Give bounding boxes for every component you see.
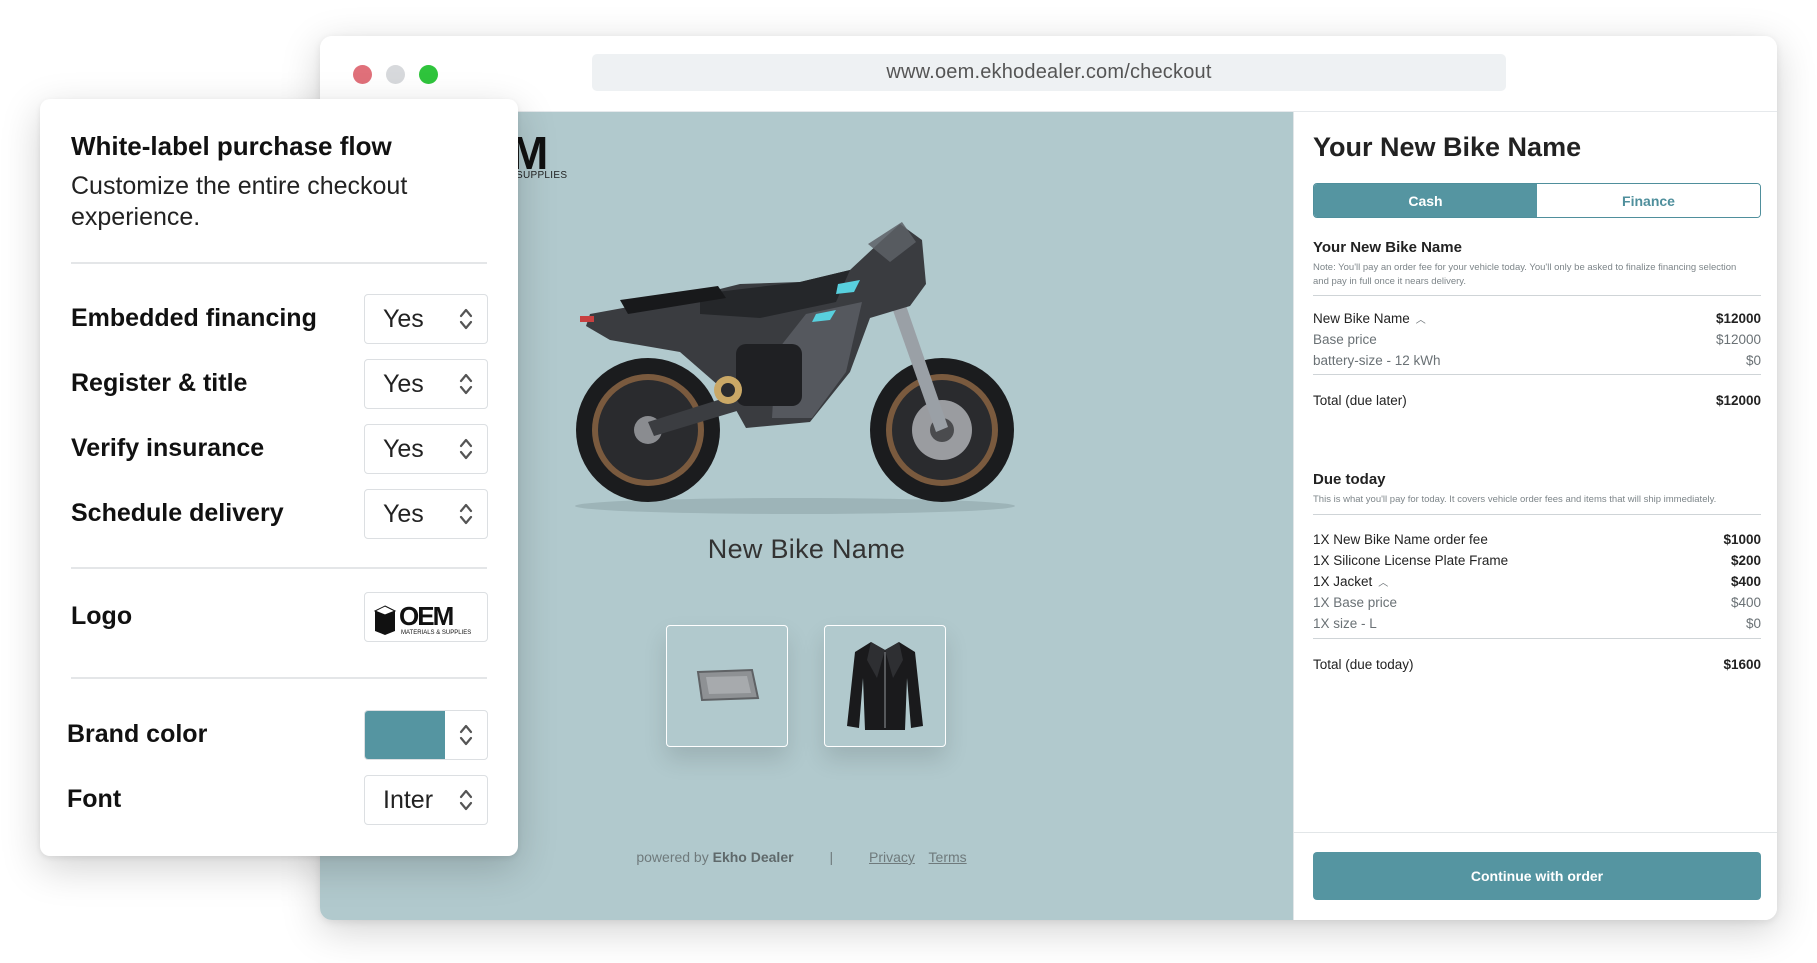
register-title-value: Yes (383, 369, 424, 398)
embedded-financing-value: Yes (383, 304, 424, 333)
vehicle-section-note: Note: You'll pay an order fee for your v… (1313, 262, 1737, 287)
base-price-amount: $12000 (1715, 332, 1761, 347)
license-frame-amount: $200 (1730, 553, 1761, 568)
jacket-label: 1X Jacket (1313, 574, 1373, 589)
chevron-up-down-icon (459, 438, 473, 460)
divider (1313, 374, 1761, 375)
powered-by-label: powered by (636, 849, 709, 865)
chevron-up-down-icon (459, 724, 473, 746)
address-bar[interactable]: www.oem.ekhodealer.com/checkout (592, 54, 1506, 91)
logo-upload[interactable]: OEM MATERIALS & SUPPLIES (364, 592, 488, 642)
order-fee-amount: $1000 (1723, 532, 1761, 547)
brand-color-picker[interactable] (364, 710, 488, 760)
verify-insurance-value: Yes (383, 434, 424, 463)
jacket-base-price-row: 1X Base price $400 (1313, 595, 1761, 610)
total-due-later-row: Total (due later) $12000 (1313, 393, 1761, 408)
panel-title: Your New Bike Name (1313, 132, 1582, 162)
white-label-config-card: White-label purchase flow Customize the … (40, 99, 518, 856)
logo-label: Logo (71, 602, 133, 630)
tab-cash[interactable]: Cash (1314, 184, 1537, 217)
jacket-base-amount: $400 (1730, 595, 1761, 610)
payment-method-toggle: Cash Finance (1313, 183, 1761, 218)
total-due-today-row: Total (due today) $1600 (1313, 657, 1761, 672)
vehicle-item-label: New Bike Name (1313, 311, 1410, 326)
schedule-delivery-label: Schedule delivery (71, 499, 284, 527)
leather-jacket-icon (847, 642, 923, 730)
thumbnail-jacket[interactable] (824, 625, 946, 747)
chevron-up-down-icon (459, 789, 473, 811)
battery-option-amount: $0 (1745, 353, 1761, 368)
font-label: Font (67, 785, 122, 813)
order-summary-panel: Your New Bike Name Cash Finance Your New… (1293, 112, 1777, 920)
battery-option-label: battery-size - 12 kWh (1313, 353, 1441, 368)
terms-link[interactable]: Terms (929, 849, 967, 865)
continue-with-order-button[interactable]: Continue with order (1313, 852, 1761, 900)
due-today-note: This is what you'll pay for today. It co… (1313, 494, 1717, 505)
register-title-select[interactable]: Yes (364, 359, 488, 409)
tab-finance[interactable]: Finance (1537, 184, 1760, 217)
browser-window: www.oem.ekhodealer.com/checkout M SUPPLI… (320, 36, 1777, 920)
divider (1313, 514, 1761, 515)
oem-logo-image: OEM MATERIALS & SUPPLIES (373, 601, 471, 636)
font-select[interactable]: Inter (364, 775, 488, 825)
due-today-title: Due today (1313, 471, 1386, 488)
chevron-up-down-icon (459, 373, 473, 395)
total-due-later-label: Total (due later) (1313, 393, 1407, 408)
divider (71, 567, 487, 569)
battery-option-row: battery-size - 12 kWh $0 (1313, 353, 1761, 368)
embedded-financing-label: Embedded financing (71, 304, 317, 332)
jacket-amount: $400 (1730, 574, 1761, 589)
total-due-today-amount: $1600 (1723, 657, 1761, 672)
chevron-up-icon: ︿ (1415, 315, 1426, 326)
vehicle-section-title: Your New Bike Name (1313, 239, 1462, 256)
verify-insurance-select[interactable]: Yes (364, 424, 488, 474)
base-price-label: Base price (1313, 332, 1377, 347)
minimize-window-button[interactable] (386, 65, 405, 84)
brand-color-swatch (365, 711, 445, 759)
footer-separator: | (829, 849, 834, 865)
chevron-up-down-icon (459, 308, 473, 330)
divider (1313, 295, 1761, 296)
thumbnail-license-plate-frame[interactable] (666, 625, 788, 747)
logo-sub-text: MATERIALS & SUPPLIES (401, 630, 471, 636)
jacket-size-row: 1X size - L $0 (1313, 616, 1761, 631)
embedded-financing-select[interactable]: Yes (364, 294, 488, 344)
order-fee-label: 1X New Bike Name order fee (1313, 532, 1488, 547)
panel-footer: Continue with order (1294, 832, 1777, 920)
font-value: Inter (383, 785, 434, 814)
brand-color-label: Brand color (67, 720, 208, 748)
total-due-today-label: Total (due today) (1313, 657, 1414, 672)
vehicle-base-price-row: Base price $12000 (1313, 332, 1761, 347)
divider (71, 677, 487, 679)
schedule-delivery-select[interactable]: Yes (364, 489, 488, 539)
brand-logo-subtext: SUPPLIES (516, 170, 568, 181)
vehicle-line-item[interactable]: New Bike Name ︿ $12000 (1313, 311, 1761, 326)
jacket-size-label: 1X size - L (1313, 616, 1377, 631)
jacket-size-amount: $0 (1745, 616, 1761, 631)
chevron-up-down-icon (459, 503, 473, 525)
schedule-delivery-value: Yes (383, 499, 424, 528)
license-frame-row: 1X Silicone License Plate Frame $200 (1313, 553, 1761, 568)
vehicle-item-amount: $12000 (1715, 311, 1761, 326)
jacket-line-item[interactable]: 1X Jacket ︿ $400 (1313, 574, 1761, 589)
license-frame-label: 1X Silicone License Plate Frame (1313, 553, 1509, 568)
verify-insurance-label: Verify insurance (71, 434, 265, 462)
privacy-link[interactable]: Privacy (869, 849, 915, 865)
powered-by-brand: Ekho Dealer (712, 849, 794, 865)
card-subtitle: Customize the entire checkout experience… (71, 172, 408, 231)
chevron-up-icon: ︿ (1378, 578, 1389, 589)
close-window-button[interactable] (353, 65, 372, 84)
logo-main-text: OEM (399, 601, 453, 631)
order-fee-row: 1X New Bike Name order fee $1000 (1313, 532, 1761, 547)
total-due-later-amount: $12000 (1715, 393, 1761, 408)
browser-titlebar: www.oem.ekhodealer.com/checkout (320, 36, 1777, 112)
divider (1313, 638, 1761, 639)
motorcycle-image (550, 222, 1040, 522)
card-title: White-label purchase flow (71, 131, 392, 161)
license-plate-frame-icon (696, 668, 760, 702)
divider (71, 262, 487, 264)
register-title-label: Register & title (71, 369, 248, 397)
jacket-base-label: 1X Base price (1313, 595, 1398, 610)
maximize-window-button[interactable] (419, 65, 438, 84)
